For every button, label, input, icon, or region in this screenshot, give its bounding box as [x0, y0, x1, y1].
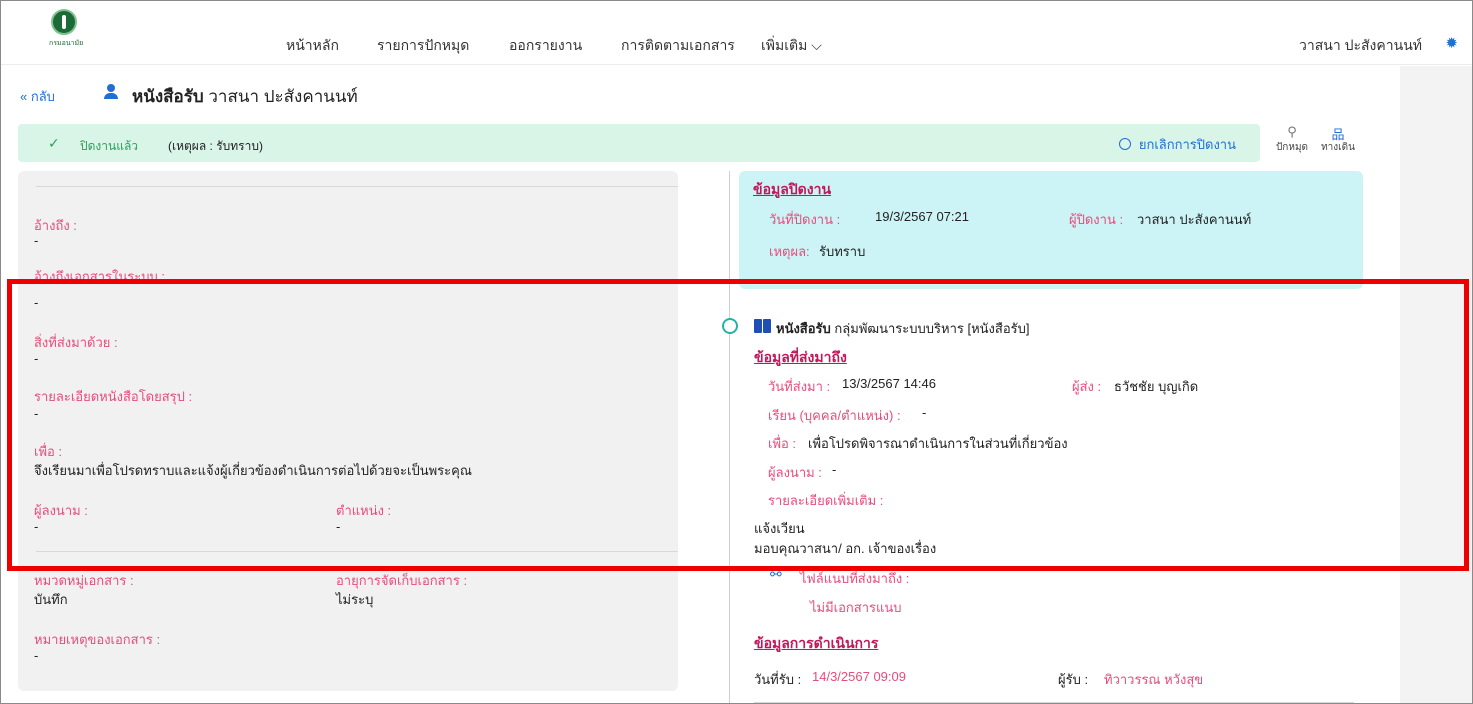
sent-date-value: 13/3/2567 14:46: [842, 376, 936, 391]
category-value: บันทึก: [34, 592, 68, 607]
retention-value: ไม่ระบุ: [336, 592, 374, 607]
retention-label: อายุการจัดเก็บเอกสาร :: [336, 573, 468, 588]
sent-signer-value: -: [832, 462, 837, 477]
sent-info-title: ข้อมูลที่ส่งมาถึง: [754, 349, 847, 365]
ref-system-value: -: [34, 295, 39, 310]
close-reason-value: รับทราบ: [819, 244, 866, 259]
sender-value: ธวัชชัย บุญเกิด: [1114, 379, 1199, 394]
no-attachment-text: ไม่มีเอกสารแนบ: [810, 600, 902, 615]
ref-value: -: [34, 233, 39, 248]
detail-line-1: แจ้งเวียน: [754, 521, 805, 536]
paperclip-icon: ⚯: [770, 566, 782, 582]
gear-icon[interactable]: ✹: [1445, 34, 1458, 52]
pin-label: ปักหมุด: [1275, 142, 1309, 153]
summary-label: รายละเอียดหนังสือโดยสรุป :: [34, 389, 193, 404]
page-title-owner: วาสนา ปะสังคานนท์: [208, 87, 358, 106]
close-date-value: 19/3/2567 07:21: [875, 209, 969, 224]
page-title-type: หนังสือรับ: [132, 87, 204, 106]
pin-button[interactable]: ⚲ ปักหมุด: [1272, 124, 1312, 155]
close-date-label: วันที่ปิดงาน :: [769, 212, 841, 227]
receiver-label: ผู้รับ :: [1058, 672, 1089, 687]
history-icon: [1118, 138, 1131, 150]
sent-signer-label: ผู้ลงนาม :: [768, 465, 822, 480]
person-icon: [104, 84, 118, 100]
detail-line-2: มอบคุณวาสนา/ อก. เจ้าของเรื่อง: [754, 541, 937, 556]
summary-value: -: [34, 406, 39, 421]
sitemap-icon: 品: [1331, 127, 1345, 142]
closing-title: ข้อมูลปิดงาน: [753, 181, 832, 197]
undo-close-button[interactable]: ยกเลิกการปิดงาน: [1118, 134, 1236, 155]
timeline-doc-heading: หนังสือรับ กลุ่มพัฒนาระบบบริหาร [หนังสือ…: [776, 318, 1029, 339]
sent-purpose-label: เพื่อ :: [768, 436, 797, 451]
logo-caption: กรมอนามัย: [49, 40, 84, 47]
recv-date-label: วันที่รับ :: [754, 672, 802, 687]
status-closed: ปิดงานแล้ว: [80, 139, 139, 153]
document-info-panel: อ้างถึง : - อ้างถึงเอกสารในระบบ : - สิ่ง…: [18, 171, 678, 691]
attach-label: ไฟล์แนบที่ส่งมาถึง :: [800, 571, 910, 586]
closer-value: วาสนา ปะสังคานนท์: [1137, 212, 1252, 227]
undo-close-label: ยกเลิกการปิดงาน: [1138, 137, 1236, 152]
signer-label: ผู้ลงนาม :: [34, 503, 88, 518]
nav-home[interactable]: หน้าหลัก: [286, 35, 339, 57]
note-label: หมายเหตุของเอกสาร :: [34, 632, 161, 647]
page-title: หนังสือรับ วาสนา ปะสังคานนท์: [132, 83, 358, 110]
category-label: หมวดหมู่เอกสาร :: [34, 573, 134, 588]
right-gutter: [1400, 66, 1472, 703]
closing-info-card: ข้อมูลปิดงาน วันที่ปิดงาน : 19/3/2567 07…: [739, 171, 1363, 289]
back-button[interactable]: « กลับ: [20, 86, 55, 107]
to-value: -: [922, 405, 927, 420]
check-icon: ✓: [48, 135, 60, 151]
sent-date-label: วันที่ส่งมา :: [768, 379, 831, 394]
receiver-value: ทิวาวรรณ หวังสุข: [1104, 672, 1204, 687]
top-navbar: กรมอนามัย หน้าหลัก รายการปักหมุด ออกรายง…: [1, 1, 1472, 65]
status-bar: ✓ ปิดงานแล้ว (เหตุผล : รับทราบ) ยกเลิกกา…: [18, 124, 1260, 162]
purpose-label: เพื่อ :: [34, 444, 63, 459]
signer-value: -: [34, 519, 39, 534]
nav-report[interactable]: ออกรายงาน: [509, 35, 582, 57]
purpose-value: จึงเรียนมาเพื่อโปรดทราบและแจ้งผู้เกี่ยวข…: [34, 463, 472, 478]
route-label: ทางเดิน: [1321, 142, 1355, 153]
position-value: -: [336, 519, 341, 534]
timeline-doc-type: หนังสือรับ: [776, 321, 831, 336]
enclosed-value: -: [34, 351, 39, 366]
sent-purpose-value: เพื่อโปรดพิจารณาดำเนินการในส่วนที่เกี่ยว…: [808, 436, 1068, 451]
nav-tracking[interactable]: การติดตามเอกสาร: [621, 35, 735, 57]
nav-more-menu[interactable]: เพิ่มเติม ⌵: [761, 35, 822, 57]
ministry-logo[interactable]: [51, 9, 77, 35]
divider: [754, 702, 1354, 703]
detail-label: รายละเอียดเพิ่มเติม :: [768, 493, 884, 508]
sender-label: ผู้ส่ง :: [1072, 379, 1102, 394]
pin-icon: ⚲: [1287, 124, 1297, 139]
route-button[interactable]: 品 ทางเดิน: [1318, 124, 1358, 155]
close-reason-label: เหตุผล:: [769, 244, 810, 259]
status-reason: (เหตุผล : รับทราบ): [168, 139, 263, 153]
nav-pinned-list[interactable]: รายการปักหมุด: [377, 35, 469, 57]
user-name[interactable]: วาสนา ปะสังคานนท์: [1299, 35, 1422, 57]
to-label: เรียน (บุคคล/ตำแหน่ง) :: [768, 408, 901, 423]
closer-label: ผู้ปิดงาน :: [1069, 212, 1124, 227]
ref-system-label: อ้างถึงเอกสารในระบบ :: [34, 269, 165, 284]
timeline-line: [729, 171, 730, 703]
action-info-title: ข้อมูลการดำเนินการ: [754, 635, 879, 651]
timeline-doc-group: กลุ่มพัฒนาระบบบริหาร [หนังสือรับ]: [834, 321, 1030, 336]
timeline-node: [722, 318, 738, 334]
enclosed-label: สิ่งที่ส่งมาด้วย :: [34, 335, 118, 350]
divider: [36, 551, 678, 552]
divider: [36, 186, 678, 187]
position-label: ตำแหน่ง :: [336, 503, 392, 518]
ref-label: อ้างถึง :: [34, 218, 77, 233]
note-value: -: [34, 648, 39, 663]
book-icon: [754, 319, 772, 333]
recv-date-value: 14/3/2567 09:09: [812, 669, 906, 684]
